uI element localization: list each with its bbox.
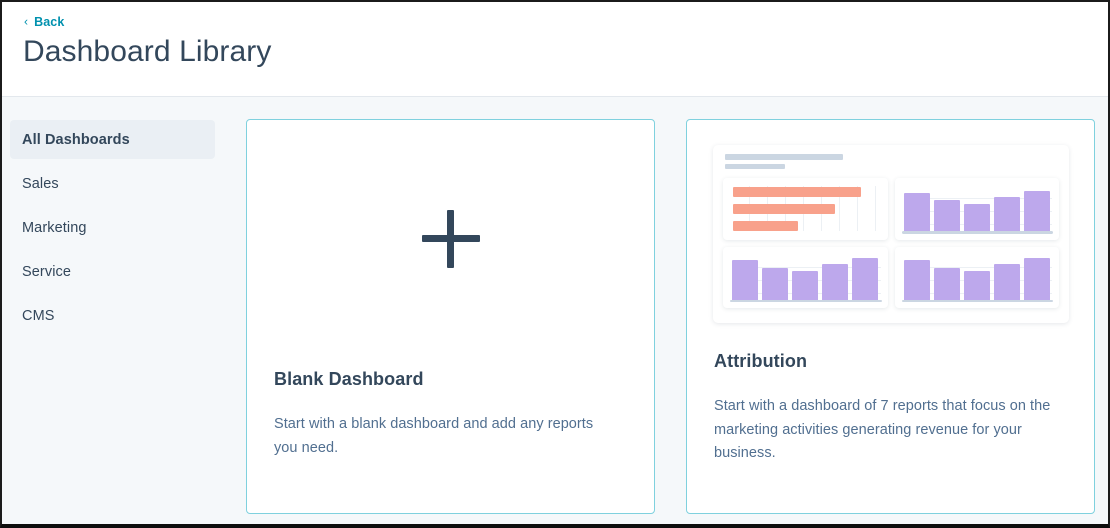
bar	[822, 263, 849, 301]
back-link[interactable]: ‹ Back	[24, 15, 64, 29]
bar	[762, 267, 789, 301]
bar	[733, 221, 799, 232]
bar	[963, 271, 990, 301]
dashboard-preview-thumbnail	[713, 145, 1069, 323]
bar	[963, 203, 990, 233]
bar	[993, 196, 1020, 233]
chart-axis-line	[901, 299, 1053, 302]
bar	[732, 260, 759, 301]
vertical-bar-chart	[732, 255, 879, 305]
sidebar-item-label: Service	[22, 263, 72, 280]
preview-panel-grid	[723, 178, 1059, 308]
bar	[993, 263, 1020, 301]
dashboard-card-blank-dashboard[interactable]: Blank Dashboard Start with a blank dashb…	[246, 119, 655, 514]
horizontal-bar-chart	[732, 186, 879, 233]
vertical-bar-chart	[903, 255, 1051, 305]
bar	[903, 192, 930, 233]
bar	[852, 258, 879, 301]
sidebar-item-service[interactable]: Service	[10, 252, 215, 291]
plus-icon	[421, 210, 480, 268]
preview-subline-placeholder	[725, 164, 785, 169]
dashboard-library-screen: ‹ Back Dashboard Library All Dashboards …	[0, 0, 1110, 528]
bar	[933, 199, 960, 233]
dashboard-card-list: Blank Dashboard Start with a blank dashb…	[246, 119, 1095, 524]
chart-axis-line	[901, 231, 1053, 234]
bar	[733, 204, 835, 215]
bar	[792, 271, 819, 301]
card-description: Start with a dashboard of 7 reports that…	[714, 398, 1051, 461]
bar	[733, 187, 862, 198]
page-header: ‹ Back Dashboard Library	[2, 2, 1108, 97]
card-title: Attribution	[714, 351, 808, 371]
vertical-bar-chart	[903, 186, 1051, 236]
bar	[933, 267, 960, 301]
card-description: Start with a blank dashboard and add any…	[274, 416, 594, 456]
back-link-label: Back	[34, 15, 65, 29]
page-title: Dashboard Library	[23, 35, 272, 68]
preview-panel-vertical-bar-1	[894, 178, 1059, 240]
chart-axis-line	[730, 299, 882, 302]
card-title: Blank Dashboard	[274, 369, 424, 389]
preview-panel-vertical-bar-3	[894, 246, 1059, 308]
preview-panel-horizontal-bar	[723, 178, 888, 240]
sidebar-item-all-dashboards[interactable]: All Dashboards	[10, 120, 215, 159]
bar	[1023, 258, 1050, 301]
body-area: All Dashboards Sales Marketing Service C…	[2, 97, 1108, 524]
sidebar-item-cms[interactable]: CMS	[10, 296, 215, 335]
sidebar-item-label: CMS	[22, 307, 55, 324]
bar	[903, 260, 930, 301]
bar	[1023, 190, 1050, 233]
sidebar-item-label: All Dashboards	[22, 131, 130, 148]
sidebar-item-label: Marketing	[22, 219, 87, 236]
preview-panel-vertical-bar-2	[723, 246, 888, 308]
sidebar-nav: All Dashboards Sales Marketing Service C…	[2, 97, 224, 524]
preview-headline-placeholder	[725, 154, 843, 160]
plus-icon-wrapper	[247, 120, 654, 358]
chevron-left-icon: ‹	[24, 14, 29, 29]
sidebar-item-sales[interactable]: Sales	[10, 164, 215, 203]
sidebar-item-label: Sales	[22, 175, 59, 192]
sidebar-item-marketing[interactable]: Marketing	[10, 208, 215, 247]
dashboard-card-attribution[interactable]: Attribution Start with a dashboard of 7 …	[686, 119, 1095, 514]
